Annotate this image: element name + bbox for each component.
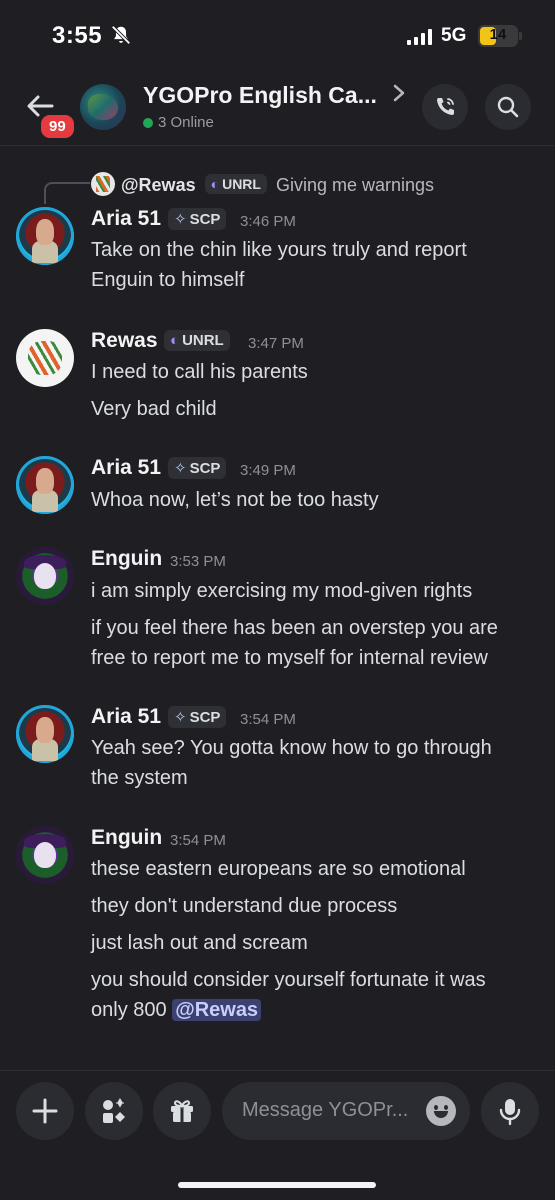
reply-author: @Rewas <box>121 175 196 195</box>
search-button[interactable] <box>485 84 531 130</box>
avatar[interactable] <box>16 826 74 884</box>
gift-icon <box>171 1100 193 1122</box>
server-avatar[interactable] <box>80 84 126 130</box>
message-line: i am simply exercising my mod-given righ… <box>91 580 473 602</box>
user-mention[interactable]: @Rewas <box>172 999 262 1021</box>
microphone-icon <box>499 1099 521 1126</box>
timestamp: 3:49 PM <box>240 462 296 479</box>
timestamp: 3:53 PM <box>170 553 226 570</box>
status-bar: 3:55 5G 14 <box>0 0 555 70</box>
server-tag: ◐ UNRL <box>164 330 230 351</box>
home-indicator[interactable] <box>178 1182 376 1188</box>
plus-icon <box>32 1098 58 1124</box>
message-input[interactable]: Message YGOPr... <box>222 1082 470 1140</box>
message-author[interactable]: Aria 51 <box>91 705 161 729</box>
avatar[interactable] <box>16 705 74 763</box>
message-line: Very bad child <box>91 398 217 420</box>
message-line: free to report me to myself for internal… <box>91 647 488 669</box>
message-line: I need to call his parents <box>91 361 308 383</box>
channel-title[interactable]: YGOPro English Ca... <box>143 82 377 109</box>
avatar[interactable] <box>16 456 74 514</box>
avatar[interactable] <box>16 207 74 265</box>
message-line: only 800 @Rewas <box>91 995 262 1025</box>
battery-icon: 14 <box>478 25 522 47</box>
message-line: Yeah see? You gotta know how to go throu… <box>91 737 492 759</box>
moon-icon: ◐ <box>210 176 220 192</box>
server-tag: ✧ SCP <box>168 706 227 728</box>
search-icon <box>497 96 519 118</box>
message-line: they don't understand due process <box>91 895 398 917</box>
timestamp: 3:46 PM <box>240 213 296 230</box>
chevron-right-icon[interactable] <box>392 84 406 102</box>
sparkle-icon: ✧ <box>174 460 187 477</box>
message-author[interactable]: Aria 51 <box>91 207 161 231</box>
timestamp: 3:54 PM <box>170 832 226 849</box>
signal-icon <box>407 29 432 45</box>
channel-header: 99 YGOPro English Ca... 3 Online <box>0 70 555 146</box>
reply-connector <box>44 182 90 204</box>
apps-icon <box>103 1098 125 1123</box>
sparkle-icon: ✧ <box>174 211 187 228</box>
timestamp: 3:47 PM <box>248 335 304 352</box>
message-line: the system <box>91 767 188 789</box>
network-type: 5G <box>441 25 467 46</box>
message-line: just lash out and scream <box>91 932 308 954</box>
message-author[interactable]: Aria 51 <box>91 456 161 480</box>
unread-badge: 99 <box>38 112 77 141</box>
avatar[interactable] <box>16 547 74 605</box>
reply-text: Giving me warnings <box>275 175 435 195</box>
online-count: 3 Online <box>143 114 214 131</box>
online-dot <box>143 118 153 128</box>
emoji-icon[interactable] <box>426 1096 456 1126</box>
message-line: Enguin to himself <box>91 269 245 291</box>
reply-avatar <box>91 172 115 196</box>
message-author[interactable]: Enguin <box>91 826 162 850</box>
gift-button[interactable] <box>153 1082 211 1140</box>
battery-level: 14 <box>489 26 507 43</box>
voice-call-button[interactable] <box>422 84 468 130</box>
message-composer: Message YGOPr... <box>0 1070 555 1200</box>
apps-button[interactable] <box>85 1082 143 1140</box>
bell-muted-icon <box>111 25 131 45</box>
message-line: if you feel there has been an overstep y… <box>91 617 498 639</box>
message-line: Whoa now, let’s not be too hasty <box>91 489 379 511</box>
voice-message-button[interactable] <box>481 1082 539 1140</box>
status-time: 3:55 <box>52 22 103 49</box>
phone-icon <box>437 98 454 115</box>
message-author[interactable]: Rewas <box>91 329 158 353</box>
reply-author-tag: ◐ UNRL <box>204 174 267 194</box>
attach-button[interactable] <box>16 1082 74 1140</box>
message-line: you should consider yourself fortunate i… <box>91 969 486 991</box>
avatar[interactable] <box>16 329 74 387</box>
message-placeholder: Message YGOPr... <box>242 1099 409 1121</box>
message-line: these eastern europeans are so emotional <box>91 858 466 880</box>
message-line: Take on the chin like yours truly and re… <box>91 239 467 261</box>
server-tag: ✧ SCP <box>168 457 227 479</box>
message-author[interactable]: Enguin <box>91 547 162 571</box>
timestamp: 3:54 PM <box>240 711 296 728</box>
sparkle-icon: ✧ <box>174 709 187 726</box>
server-tag: ✧ SCP <box>168 208 227 230</box>
reply-preview[interactable]: @Rewas ◐ UNRL Giving me warnings <box>91 172 434 196</box>
moon-icon: ◐ <box>170 332 180 349</box>
